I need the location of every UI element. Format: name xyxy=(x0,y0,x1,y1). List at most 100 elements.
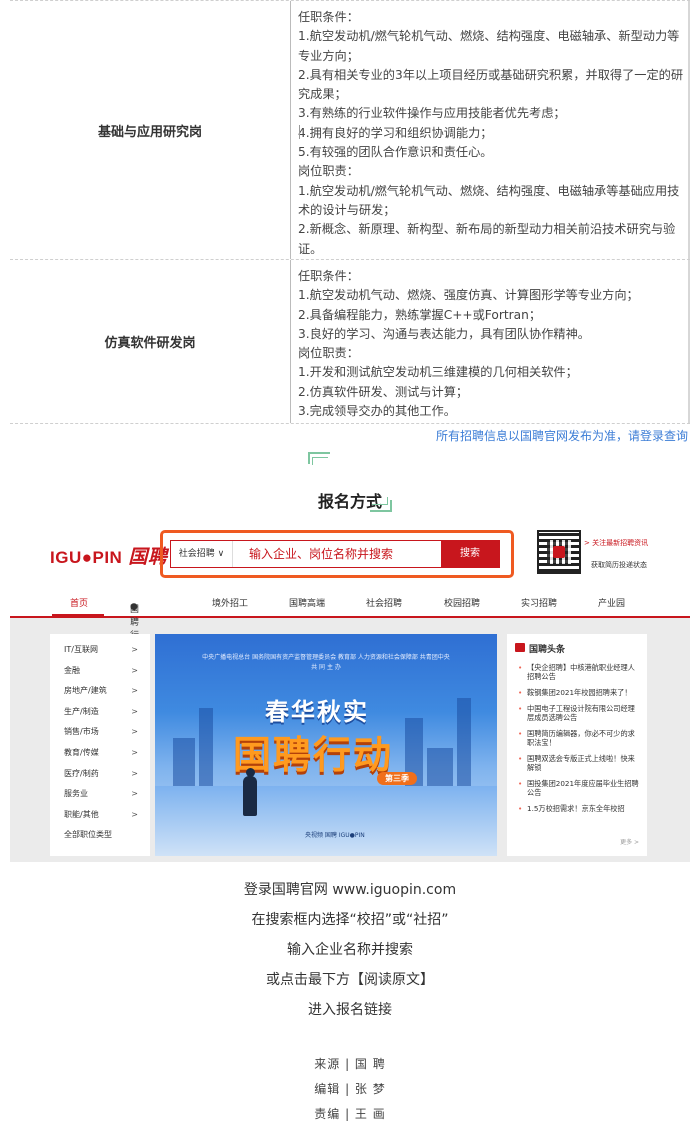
category-item: IT/互联网 > xyxy=(50,640,150,661)
instruction-line: 输入企业名称并搜索 xyxy=(287,942,413,958)
news-item: 【央企招聘】中核港航职业经理人招聘公告 xyxy=(515,663,639,681)
nav-item: 社会招聘 xyxy=(366,599,403,609)
job-description: 任职条件： 1.航空发动机气动、燃烧、强度仿真、计算图形学等专业方向； 2.具备… xyxy=(290,260,690,423)
job-line: 1.航空发动机/燃气轮机气动、燃烧、结构强度、电磁轴承等基础应用技术的设计与研发… xyxy=(298,183,680,217)
category-item: 销售/市场 > xyxy=(50,722,150,743)
chevron-right-icon: > xyxy=(131,645,138,654)
job-line: 1.航空发动机/燃气轮机气动、燃烧、结构强度、电磁轴承、新型动力等专业方向； xyxy=(298,29,680,63)
message-icon xyxy=(515,643,525,652)
category-item: 全部职位类型 xyxy=(50,825,150,846)
job-line: 3.完成领导交办的其他工作。 xyxy=(298,404,456,419)
instruction-line: 或点击最下方【阅读原文】 xyxy=(266,972,434,988)
news-panel-title: 国聘头条 xyxy=(515,642,639,655)
nav-active-indicator xyxy=(52,614,104,616)
banner-floor xyxy=(155,786,497,856)
text-cursor-marker xyxy=(299,125,300,139)
logo-text: IGU●PIN xyxy=(50,548,123,567)
credit-line: 来源 | 国 聘 xyxy=(314,1057,386,1071)
nav-item: 校园招聘 xyxy=(444,599,481,609)
category-item: 房地产/建筑 > xyxy=(50,681,150,702)
credit-line: 编辑 | 张 梦 xyxy=(314,1082,386,1096)
job-description: 任职条件： 1.航空发动机/燃气轮机气动、燃烧、结构强度、电磁轴承、新型动力等专… xyxy=(290,1,690,259)
website-screenshot: IGU●PIN 国聘 社会招聘 ∨ 输入企业、岗位名称并搜索 搜索 > 关注最新招… xyxy=(10,522,690,862)
category-label: 全部职位类型 xyxy=(64,830,112,840)
category-item: 金融 > xyxy=(50,661,150,682)
category-item: 服务业 > xyxy=(50,784,150,805)
chevron-right-icon: > xyxy=(131,789,138,799)
news-panel: 国聘头条 【央企招聘】中核港航职业经理人招聘公告 鞍钢集团2021年校园招聘来了… xyxy=(507,634,647,856)
category-item: 职能/其他 > xyxy=(50,805,150,826)
category-item: 医疗/制药 > xyxy=(50,764,150,785)
banner-cohost: 共 同 主 办 xyxy=(311,664,341,671)
job-line: 任职条件： xyxy=(298,269,359,283)
news-panel-title-text: 国聘头条 xyxy=(529,645,566,655)
wechat-logo-icon xyxy=(553,546,565,558)
nav-item: 产业园 xyxy=(598,599,626,609)
chevron-right-icon: > xyxy=(131,686,138,696)
news-item: 国聘简历编辑器，你必不可少的求职法宝！ xyxy=(515,729,639,747)
job-line: 2.仿真软件研发、测试与计算； xyxy=(298,384,469,399)
site-nav: 首页 国聘行动● 境外招工 国聘高端 社会招聘 校园招聘 实习招聘 产业园 xyxy=(10,590,690,654)
banner-organizers: 中央广播电视总台 国务院国有资产监督管理委员会 教育部 人力资源和社会保障部 共… xyxy=(202,654,450,661)
news-item: 鞍钢集团2021年校园招聘来了！ xyxy=(515,688,639,697)
banner-logos: 央视频 国聘 IGU●PIN xyxy=(305,832,365,839)
job-table: 基础与应用研究岗 任职条件： 1.航空发动机/燃气轮机气动、燃烧、结构强度、电磁… xyxy=(10,0,690,424)
news-item: 1.5万校招需求！京东全年校招 xyxy=(515,804,639,813)
chevron-right-icon: > xyxy=(131,747,138,757)
banner-season-tag: 第三季 xyxy=(377,772,417,785)
search-button: 搜索 xyxy=(441,541,499,567)
job-line: 2.新概念、新原理、新构型、新布局的新型动力相关前沿技术研究与验证。 xyxy=(298,222,676,256)
chevron-right-icon: > xyxy=(131,727,138,737)
banner-title-large: 国聘行动 xyxy=(233,733,394,777)
category-label: 教育/传媒 xyxy=(64,747,99,757)
site-logo: IGU●PIN 国聘 xyxy=(50,542,167,569)
job-line: 1.航空发动机气动、燃烧、强度仿真、计算图形学等专业方向； xyxy=(298,288,639,303)
news-item: 国聘双选会专版正式上线啦！快来解锁 xyxy=(515,754,639,772)
chevron-right-icon: > xyxy=(131,768,138,778)
person-figure xyxy=(243,776,257,816)
chevron-right-icon: > xyxy=(131,809,138,819)
job-title: 仿真软件研发岗 xyxy=(104,336,196,351)
instruction-line: 登录国聘官网 www.iguopin.com xyxy=(243,882,457,898)
category-label: 生产/制造 xyxy=(64,706,99,716)
recruitment-notice: 所有招聘信息以国聘官网发布为准，请登录查询 xyxy=(435,429,688,443)
corner-decoration xyxy=(372,497,388,505)
credit-line: 责编 | 王 画 xyxy=(314,1107,386,1121)
qr-caption: 获取简历投递状态 xyxy=(591,561,647,569)
corner-decoration xyxy=(312,457,328,465)
banner-title-small: 春华秋实 xyxy=(265,698,369,726)
category-label: 医疗/制药 xyxy=(64,768,99,778)
job-row: 基础与应用研究岗 任职条件： 1.航空发动机/燃气轮机气动、燃烧、结构强度、电磁… xyxy=(10,0,690,260)
news-item: 国投集团2021年度应届毕业生招聘公告 xyxy=(515,779,639,797)
category-label: 职能/其他 xyxy=(64,809,99,819)
qr-code-icon xyxy=(537,530,581,574)
job-line: 5.有较强的团队合作意识和责任心。 xyxy=(298,145,493,160)
instruction-line: 在搜索框内选择“校招”或“社招” xyxy=(251,912,449,928)
category-item: 生产/制造 > xyxy=(50,702,150,723)
nav-item: 实习招聘 xyxy=(521,599,558,609)
chevron-right-icon: > xyxy=(131,706,138,716)
site-search-box: 社会招聘 ∨ 输入企业、岗位名称并搜索 搜索 xyxy=(170,540,500,568)
nav-item: 境外招工 xyxy=(212,599,249,609)
promo-banner: 中央广播电视总台 国务院国有资产监督管理委员会 教育部 人力资源和社会保障部 共… xyxy=(155,634,497,856)
instruction-line: 进入报名链接 xyxy=(308,1002,392,1018)
job-line: 岗位职责： xyxy=(298,164,359,179)
category-label: IT/互联网 xyxy=(64,645,98,654)
nav-item: 首页 xyxy=(70,599,89,609)
search-placeholder: 输入企业、岗位名称并搜索 xyxy=(249,547,394,561)
search-category-select: 社会招聘 ∨ xyxy=(171,541,233,567)
job-title: 基础与应用研究岗 xyxy=(97,124,202,140)
job-line: 任职条件： xyxy=(298,10,359,24)
section-heading-block: 报名方式 xyxy=(0,452,700,522)
job-line: 1.开发和测试航空发动机三维建模的几何相关软件； xyxy=(298,365,578,380)
category-label: 销售/市场 xyxy=(64,727,99,737)
job-line: 3.有熟练的行业软件操作与应用技能者优先考虑； xyxy=(298,106,566,121)
chevron-right-icon: > xyxy=(131,665,138,675)
news-more-link: 更多 > xyxy=(620,839,639,846)
category-label: 服务业 xyxy=(64,789,88,799)
category-label: 房地产/建筑 xyxy=(64,686,107,696)
qr-caption: > 关注最新招聘资讯 xyxy=(584,539,649,547)
nav-item: 国聘高端 xyxy=(289,599,326,609)
section-heading: 报名方式 xyxy=(317,492,382,511)
site-header: IGU●PIN 国聘 社会招聘 ∨ 输入企业、岗位名称并搜索 搜索 > 关注最新招… xyxy=(10,522,690,654)
